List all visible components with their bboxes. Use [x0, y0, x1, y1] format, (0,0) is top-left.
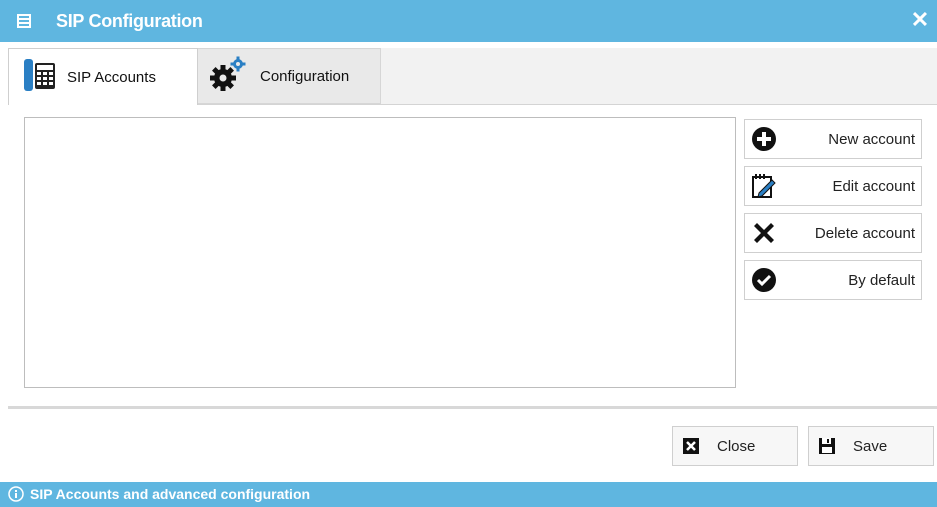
delete-account-label: Delete account: [814, 225, 915, 242]
new-account-label: New account: [828, 131, 915, 148]
status-bar: SIP Accounts and advanced configuration: [0, 482, 937, 507]
footer-divider: [8, 406, 937, 409]
close-label: Close: [717, 438, 756, 455]
new-account-button[interactable]: New account: [744, 119, 922, 159]
info-icon: [8, 486, 24, 502]
gears-icon: [210, 56, 246, 96]
plus-circle-icon: [751, 126, 777, 152]
sip-accounts-list[interactable]: [24, 117, 736, 388]
status-text: SIP Accounts and advanced configuration: [30, 486, 311, 502]
by-default-label: By default: [848, 272, 915, 289]
title-bar[interactable]: SIP Configuration ✕: [0, 0, 937, 42]
tab-sip-accounts[interactable]: SIP Accounts: [8, 48, 198, 105]
edit-account-button[interactable]: Edit account: [744, 166, 922, 206]
delete-x-icon: [751, 220, 777, 246]
edit-account-label: Edit account: [832, 178, 915, 195]
close-button[interactable]: Close: [672, 426, 798, 466]
window-close-button[interactable]: ✕: [909, 9, 931, 31]
tab-label-sip-accounts: SIP Accounts: [67, 68, 156, 86]
by-default-button[interactable]: By default: [744, 260, 922, 300]
window-title: SIP Configuration: [56, 11, 203, 31]
address-book-icon: [16, 13, 32, 29]
sip-configuration-window: SIP Configuration ✕ SIP Accounts Configu…: [0, 0, 937, 507]
tab-label-configuration: Configuration: [260, 67, 350, 85]
close-box-icon: [683, 438, 699, 454]
tab-configuration[interactable]: Configuration: [198, 48, 381, 104]
check-circle-icon: [751, 267, 777, 293]
tab-strip: SIP Accounts Configuration: [8, 48, 937, 105]
delete-account-button[interactable]: Delete account: [744, 213, 922, 253]
save-button[interactable]: Save: [808, 426, 934, 466]
save-label: Save: [853, 438, 888, 455]
phone-keypad-icon: [23, 57, 57, 97]
floppy-disk-icon: [819, 438, 835, 454]
edit-note-icon: [751, 173, 777, 199]
